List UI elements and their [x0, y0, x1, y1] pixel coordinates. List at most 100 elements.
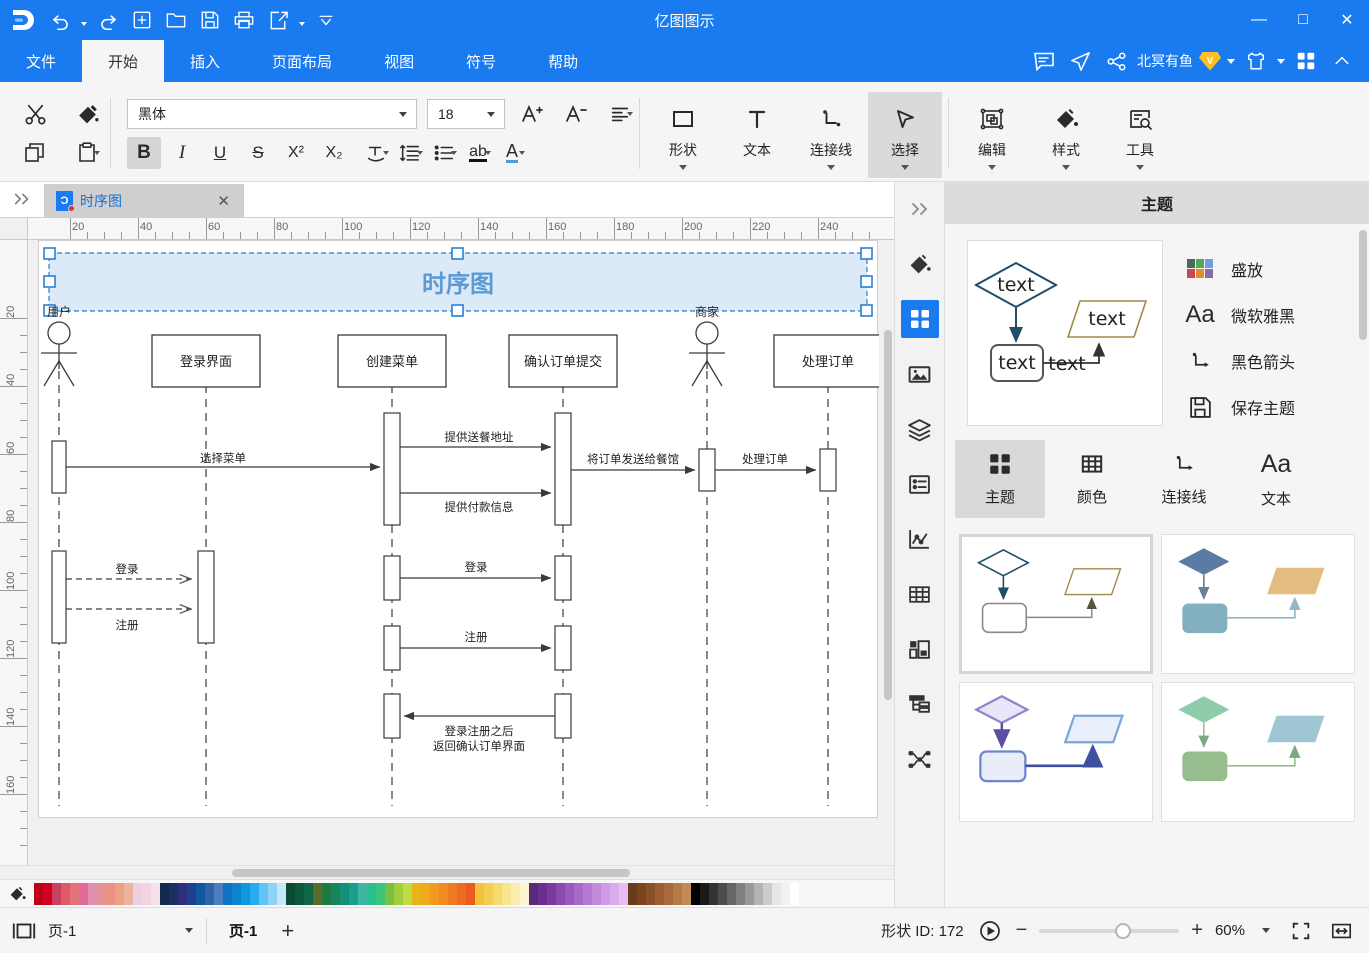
color-swatch[interactable] — [754, 882, 763, 905]
font-size-input[interactable]: 18 — [427, 99, 505, 129]
color-swatch[interactable] — [187, 882, 196, 905]
color-swatch[interactable] — [511, 882, 520, 905]
color-swatch[interactable] — [745, 882, 754, 905]
chevron-double-right-icon[interactable] — [0, 181, 44, 217]
color-swatch[interactable] — [277, 882, 286, 905]
color-swatch[interactable] — [313, 882, 322, 905]
color-swatch[interactable] — [232, 882, 241, 905]
color-swatch[interactable] — [673, 882, 682, 905]
font-family-caret[interactable] — [394, 100, 412, 128]
theme-tab-color[interactable]: 颜色 — [1047, 440, 1137, 518]
select-tool-caret[interactable] — [901, 165, 909, 170]
fit-width-icon[interactable] — [1327, 917, 1355, 945]
color-swatch[interactable] — [592, 882, 601, 905]
user-name[interactable]: 北冥有鱼 — [1137, 51, 1193, 71]
paste-dropdown-caret[interactable] — [94, 150, 100, 155]
zoom-in-button[interactable]: + — [1191, 919, 1203, 942]
shape-tool[interactable]: 形状 — [646, 92, 720, 178]
redo-icon[interactable] — [92, 5, 124, 35]
undo-dropdown-caret[interactable] — [78, 5, 90, 35]
color-swatch[interactable] — [538, 882, 547, 905]
color-swatch[interactable] — [223, 882, 232, 905]
zoom-out-button[interactable]: − — [1016, 919, 1028, 942]
color-swatch[interactable] — [457, 882, 466, 905]
theme-card[interactable] — [959, 534, 1153, 674]
menu-file[interactable]: 文件 — [0, 40, 82, 82]
comment-icon[interactable] — [1029, 46, 1059, 76]
edit-tool-caret[interactable] — [988, 165, 996, 170]
sidebar-expand[interactable] — [901, 190, 939, 228]
color-swatch[interactable] — [601, 882, 610, 905]
color-swatch[interactable] — [115, 882, 124, 905]
color-swatch[interactable] — [385, 882, 394, 905]
color-swatch[interactable] — [367, 882, 376, 905]
color-swatch[interactable] — [142, 882, 151, 905]
print-icon[interactable] — [228, 5, 260, 35]
color-swatch[interactable] — [718, 882, 727, 905]
color-swatch[interactable] — [574, 882, 583, 905]
sidebar-item-floorplan[interactable] — [901, 630, 939, 668]
color-swatch[interactable] — [448, 882, 457, 905]
color-swatch[interactable] — [583, 882, 592, 905]
chevron-up-icon[interactable] — [1327, 46, 1357, 76]
fill-bucket-icon[interactable] — [0, 884, 34, 904]
color-swatch[interactable] — [781, 882, 790, 905]
theme-tab-theme[interactable]: 主题 — [955, 440, 1045, 518]
subscript-button[interactable]: X₂ — [317, 137, 351, 169]
theme-card[interactable] — [959, 682, 1153, 822]
color-swatch[interactable] — [151, 882, 160, 905]
color-swatch[interactable] — [70, 882, 79, 905]
shape-tool-caret[interactable] — [679, 165, 687, 170]
color-swatch[interactable] — [691, 882, 700, 905]
bold-button[interactable]: B — [127, 137, 161, 169]
menu-help[interactable]: 帮助 — [522, 40, 604, 82]
page-selector-caret[interactable] — [180, 917, 198, 945]
theme-option-font[interactable]: Aa 微软雅黑 — [1185, 300, 1295, 330]
color-swatch[interactable] — [565, 882, 574, 905]
color-swatch[interactable] — [43, 882, 52, 905]
color-swatch[interactable] — [376, 882, 385, 905]
color-swatch[interactable] — [394, 882, 403, 905]
color-swatch[interactable] — [259, 882, 268, 905]
zoom-slider-knob[interactable] — [1115, 922, 1132, 939]
page-tab[interactable]: 页-1 — [215, 920, 271, 941]
color-swatch[interactable] — [664, 882, 673, 905]
color-swatch[interactable] — [331, 882, 340, 905]
color-swatch[interactable] — [241, 882, 250, 905]
text-tool[interactable]: 文本 — [720, 92, 794, 178]
color-swatch[interactable] — [169, 882, 178, 905]
color-swatch[interactable] — [430, 882, 439, 905]
connector-tool[interactable]: 连接线 — [794, 92, 868, 178]
color-swatch[interactable] — [709, 882, 718, 905]
export-dropdown-caret[interactable] — [296, 5, 308, 35]
style-tool-caret[interactable] — [1062, 165, 1070, 170]
color-swatch[interactable] — [133, 882, 142, 905]
color-swatch[interactable] — [493, 882, 502, 905]
sidebar-item-fill[interactable] — [901, 245, 939, 283]
page-selector[interactable]: 页-1 — [48, 917, 198, 945]
export-icon[interactable] — [262, 5, 294, 35]
superscript-button[interactable]: X² — [279, 137, 313, 169]
theme-card[interactable] — [1161, 534, 1355, 674]
theme-option-connector[interactable]: 黑色箭头 — [1185, 346, 1295, 376]
highlight-caret[interactable] — [485, 151, 491, 155]
italic-button[interactable]: I — [165, 137, 199, 169]
color-swatch[interactable] — [547, 882, 556, 905]
zoom-slider[interactable] — [1039, 922, 1180, 939]
sidebar-item-chart[interactable] — [901, 520, 939, 558]
color-swatch[interactable] — [475, 882, 484, 905]
color-swatch-list[interactable] — [34, 882, 799, 905]
menu-page-layout[interactable]: 页面布局 — [246, 40, 358, 82]
new-icon[interactable] — [126, 5, 158, 35]
color-swatch[interactable] — [646, 882, 655, 905]
decrease-font-size-button[interactable] — [559, 98, 593, 130]
color-swatch[interactable] — [637, 882, 646, 905]
color-swatch[interactable] — [403, 882, 412, 905]
sidebar-item-orgchart[interactable] — [901, 685, 939, 723]
color-swatch[interactable] — [178, 882, 187, 905]
close-icon[interactable]: ✕ — [213, 192, 234, 210]
color-swatch[interactable] — [628, 882, 637, 905]
skin-menu-caret[interactable] — [1277, 58, 1285, 64]
theme-tab-text[interactable]: Aa 文本 — [1231, 440, 1321, 518]
share-icon[interactable] — [1101, 46, 1131, 76]
